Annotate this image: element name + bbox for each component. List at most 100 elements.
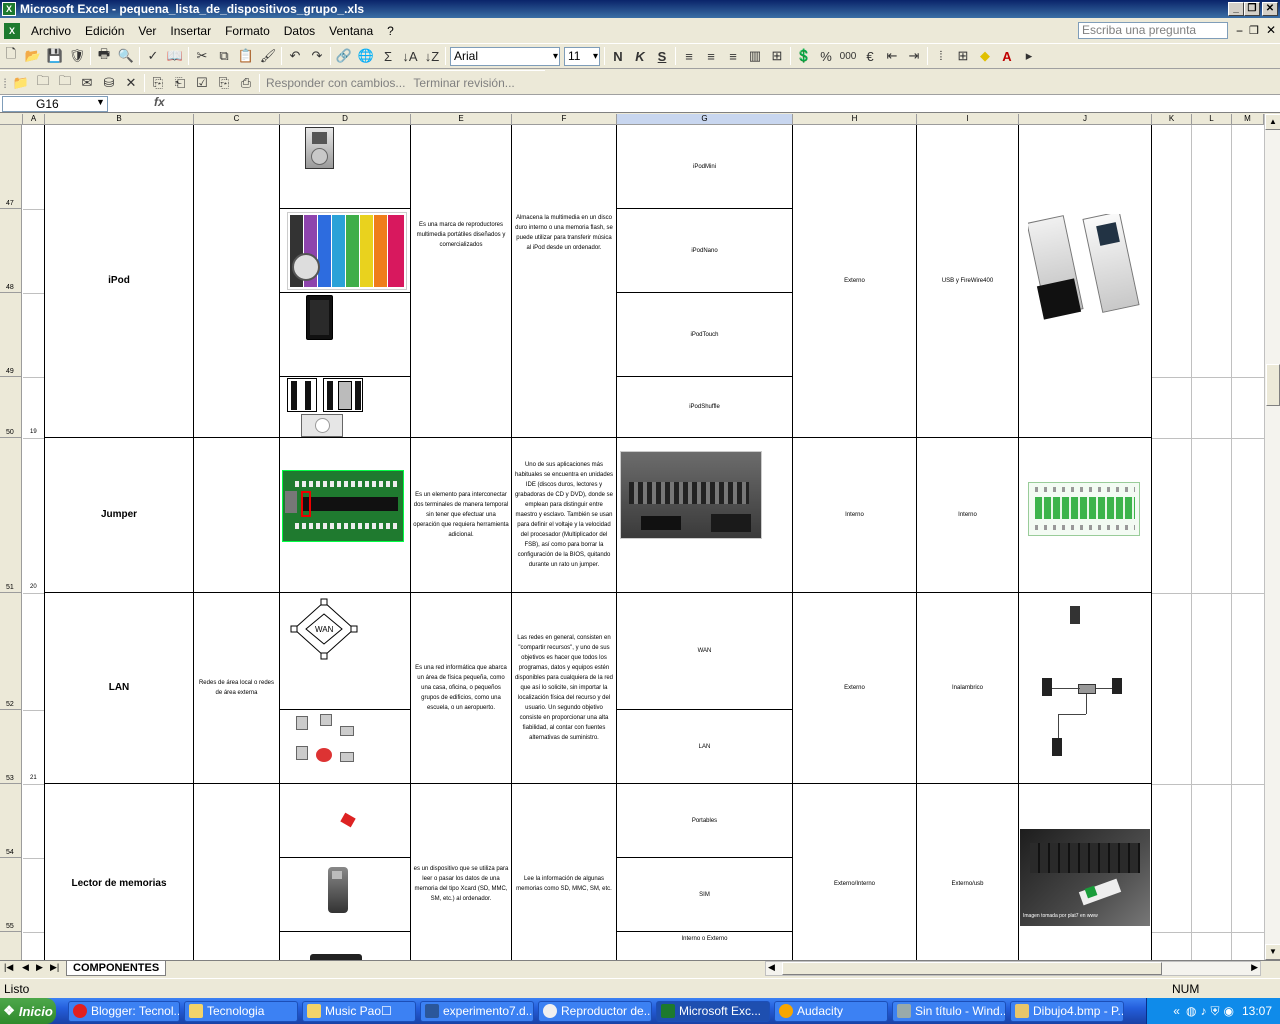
col-header-h[interactable]: H	[793, 114, 917, 125]
formula-input[interactable]	[172, 96, 1272, 112]
ipod-conn-cell[interactable]: USB y FireWire400	[917, 125, 1019, 438]
horizontal-scrollbar[interactable]: ◀ ▶	[765, 961, 1261, 976]
row-header-47[interactable]: 47	[0, 125, 22, 209]
fx-icon[interactable]: fx	[154, 95, 165, 109]
align-left-icon[interactable]: ≡	[678, 45, 700, 67]
jumper-func-cell[interactable]: Uno de sus aplicaciones más habituales s…	[512, 438, 617, 593]
col-header-i[interactable]: I	[917, 114, 1019, 125]
format-painter-icon[interactable]: 🖌	[257, 45, 279, 67]
jumper-type-cell[interactable]: Interno	[793, 438, 917, 593]
paste-icon[interactable]: 📋	[235, 45, 257, 67]
tray-network-icon[interactable]: ◍	[1186, 1004, 1196, 1018]
menu-ver[interactable]: Ver	[131, 24, 163, 38]
font-select[interactable]: Arial	[450, 46, 560, 66]
vertical-scrollbar[interactable]: ▲ ▼	[1264, 114, 1280, 960]
tray-expand-icon[interactable]: «	[1173, 1004, 1180, 1018]
scroll-thumb[interactable]	[1266, 364, 1280, 406]
doc-restore-button[interactable]: ❐	[1249, 24, 1259, 37]
bold-icon[interactable]: N	[607, 45, 629, 67]
row-header-51[interactable]: 51	[0, 438, 22, 593]
borders-icon[interactable]: ⊞	[952, 45, 974, 67]
minimize-button[interactable]: _	[1228, 2, 1244, 16]
review-icon-7[interactable]: ⎘	[147, 72, 169, 94]
task-blogger[interactable]: Blogger: Tecnol...	[68, 1000, 180, 1022]
lan-types-cell[interactable]: Redes de área local o redes de área exte…	[194, 593, 280, 784]
jumper-desc-cell[interactable]: Es un elemento para interconectar dos te…	[411, 438, 512, 593]
jumper-conn-cell[interactable]: Interno	[917, 438, 1019, 593]
track-changes-icon[interactable]: ☑	[191, 72, 213, 94]
new-icon[interactable]: 🗋	[0, 45, 22, 67]
jumper-name-cell[interactable]: Jumper	[45, 438, 194, 593]
col-header-c[interactable]: C	[194, 114, 280, 125]
lan-func-cell[interactable]: Las redes en general, consisten en "comp…	[512, 593, 617, 784]
ipod-model-touch[interactable]: iPodTouch	[617, 293, 793, 377]
increase-indent-icon[interactable]: ⇥	[903, 45, 925, 67]
research-icon[interactable]: 📖	[164, 45, 186, 67]
menu-ventana[interactable]: Ventana	[322, 24, 380, 38]
row-header-52[interactable]: 52	[0, 593, 22, 710]
row-header-55[interactable]: 55	[0, 858, 22, 932]
task-media-player[interactable]: Reproductor de...	[538, 1000, 652, 1022]
h-scroll-thumb[interactable]	[782, 962, 1162, 975]
task-word-doc[interactable]: experimento7.d...	[420, 1000, 534, 1022]
name-box[interactable]: G16	[2, 96, 108, 112]
autosum-icon[interactable]: Σ	[377, 45, 399, 67]
col-header-l[interactable]: L	[1192, 114, 1232, 125]
align-center-icon[interactable]: ≡	[700, 45, 722, 67]
restore-button[interactable]: ❐	[1244, 2, 1260, 16]
italic-icon[interactable]: K	[629, 45, 651, 67]
font-size-select[interactable]: 11	[564, 46, 600, 66]
save-icon[interactable]: 💾	[44, 45, 66, 67]
currency-icon[interactable]: 💲	[793, 45, 815, 67]
print-preview-icon[interactable]: 🔍	[115, 45, 137, 67]
clock[interactable]: 13:07	[1242, 1004, 1272, 1018]
task-music[interactable]: Music Pao☐	[302, 1000, 416, 1022]
fill-color-icon[interactable]: ◆	[974, 45, 996, 67]
review-icon-6[interactable]: ✕	[120, 72, 142, 94]
row-header-53[interactable]: 53	[0, 710, 22, 784]
task-tecnologia[interactable]: Tecnologia	[184, 1000, 298, 1022]
review-icon-2[interactable]: 🗀	[32, 72, 54, 94]
decimal-icon[interactable]: ⦙	[930, 45, 952, 67]
row-header-50[interactable]: 50	[0, 377, 22, 438]
reader-type-cell[interactable]: Externo/Interno	[793, 784, 917, 960]
scroll-right-button[interactable]: ▶	[1251, 962, 1258, 973]
review-icon-4[interactable]: ✉	[76, 72, 98, 94]
redo-icon[interactable]: ↷	[306, 45, 328, 67]
decrease-indent-icon[interactable]: ⇤	[881, 45, 903, 67]
col-header-e[interactable]: E	[411, 114, 512, 125]
cut-icon[interactable]: ✂	[191, 45, 213, 67]
col-header-g[interactable]: G	[617, 114, 793, 125]
lan-desc-cell[interactable]: Es una red informática que abarca un áre…	[411, 593, 512, 784]
reader-name-cell[interactable]: Lector de memorias	[45, 784, 194, 960]
ipod-desc-cell[interactable]: Es una marca de reproductores multimedia…	[411, 125, 512, 438]
first-sheet-icon[interactable]: |◀	[4, 962, 13, 973]
reader-func-cell[interactable]: Lee la información de algunas memorias c…	[512, 784, 617, 960]
menu-edicion[interactable]: Edición	[78, 24, 131, 38]
hyperlink-icon[interactable]: 🔗	[333, 45, 355, 67]
name-box-dropdown-icon[interactable]: ▼	[96, 97, 105, 107]
ipod-name-cell[interactable]: iPod	[45, 125, 194, 438]
reader-model-sim[interactable]: SIM	[617, 858, 793, 932]
task-paint[interactable]: Dibujo4.bmp - P...	[1010, 1000, 1124, 1022]
menu-insertar[interactable]: Insertar	[163, 24, 218, 38]
menu-ayuda[interactable]: ?	[380, 24, 401, 38]
sort-desc-icon[interactable]: ↓Z	[421, 45, 443, 67]
menu-formato[interactable]: Formato	[218, 24, 277, 38]
jumper-types-cell[interactable]	[194, 438, 280, 593]
col-header-j[interactable]: J	[1019, 114, 1152, 125]
review-icon-9[interactable]: ⎘	[213, 72, 235, 94]
task-movie-maker[interactable]: Sin título - Wind...	[892, 1000, 1006, 1022]
reader-conn-cell[interactable]: Externo/usb	[917, 784, 1019, 960]
permission-icon[interactable]: 🛡	[66, 45, 88, 67]
scroll-up-button[interactable]: ▲	[1265, 114, 1280, 130]
col-header-m[interactable]: M	[1232, 114, 1264, 125]
ipod-model-mini[interactable]: iPodMini	[617, 125, 793, 209]
row-header-49[interactable]: 49	[0, 293, 22, 377]
copy-icon[interactable]: ⧉	[213, 45, 235, 67]
col-header-k[interactable]: K	[1152, 114, 1192, 125]
last-sheet-icon[interactable]: ▶|	[50, 962, 59, 973]
toolbar-options-icon[interactable]: ▸	[1018, 45, 1040, 67]
lan-name-cell[interactable]: LAN	[45, 593, 194, 784]
lan-model-wan[interactable]: WAN	[617, 593, 793, 710]
